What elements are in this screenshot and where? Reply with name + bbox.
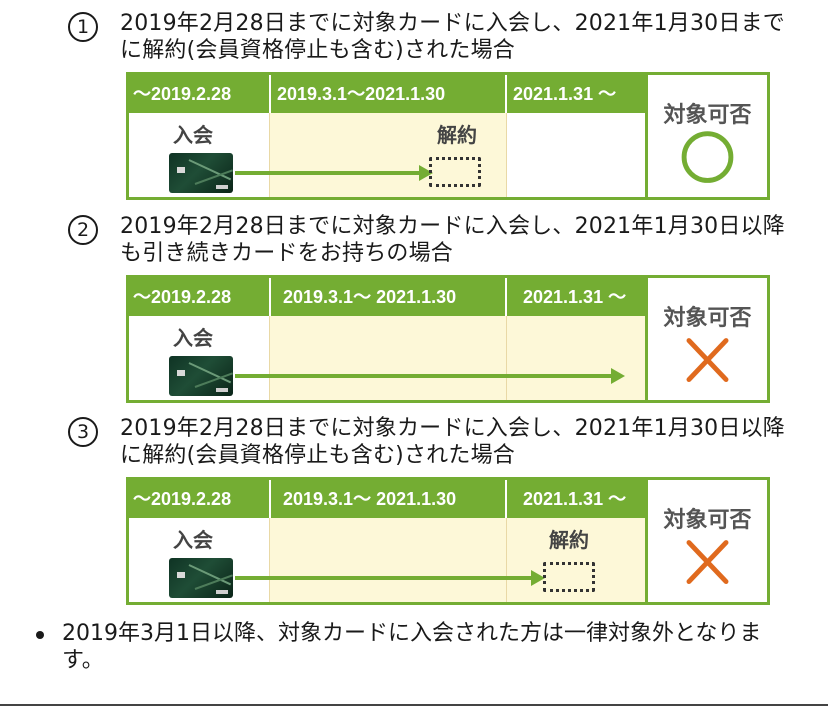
- period-1-label: 〜2019.2.28: [133, 84, 232, 104]
- arrow-icon: [235, 368, 625, 384]
- period-2-label: 2019.3.1〜2021.1.30: [277, 84, 446, 104]
- case-number-badge: 2: [68, 215, 98, 245]
- period-3-area: [507, 113, 645, 197]
- header-divider: [505, 480, 507, 518]
- timeline-diagram: 〜2019.2.28 2019.3.1〜2021.1.30 2021.1.31 …: [126, 72, 770, 200]
- period-3-area: [507, 316, 645, 400]
- join-label: 入会: [173, 123, 213, 147]
- circle-icon: [681, 131, 734, 183]
- join-label: 入会: [173, 528, 213, 552]
- timeline-diagram: 〜2019.2.28 2019.3.1〜 2021.1.30 2021.1.31…: [126, 477, 770, 605]
- period-1-label: 〜2019.2.28: [133, 287, 232, 307]
- case-description: 2019年2月28日までに対象カードに入会し、2021年1月30日以降も引き続き…: [120, 214, 785, 266]
- case-description: 2019年2月28日までに対象カードに入会し、2021年1月30日以降に解約(会…: [120, 416, 785, 468]
- header-divider: [505, 278, 507, 316]
- period-2-area: [270, 316, 506, 400]
- case-number-badge: 1: [68, 12, 98, 42]
- header-divider: [269, 278, 271, 316]
- timeline-body: 入会 解約: [129, 518, 645, 602]
- eligibility-cell: 対象可否: [645, 75, 767, 197]
- eligibility-cell: 対象可否: [645, 278, 767, 400]
- bullet-icon: [36, 631, 44, 639]
- period-3-label: 2021.1.31 〜: [523, 287, 627, 307]
- period-divider: [506, 316, 507, 400]
- case-description: 2019年2月28日までに対象カードに入会し、2021年1月30日までに解約(会…: [120, 11, 785, 63]
- timeline-diagram: 〜2019.2.28 2019.3.1〜 2021.1.30 2021.1.31…: [126, 275, 770, 403]
- period-divider: [269, 113, 270, 197]
- bottom-divider: [0, 704, 828, 706]
- period-2-label: 2019.3.1〜 2021.1.30: [283, 489, 457, 509]
- period-3-label: 2021.1.31 〜: [513, 84, 617, 104]
- arrow-icon: [235, 165, 433, 181]
- credit-card-icon: [169, 153, 233, 193]
- timeline-header: 〜2019.2.28 2019.3.1〜 2021.1.30 2021.1.31…: [129, 480, 645, 518]
- period-divider: [269, 316, 270, 400]
- period-3-label: 2021.1.31 〜: [523, 489, 627, 509]
- join-label: 入会: [173, 326, 213, 350]
- period-2-area: [270, 518, 506, 602]
- credit-card-icon: [169, 558, 233, 598]
- period-1-label: 〜2019.2.28: [133, 489, 232, 509]
- cancelled-card-outline: [543, 562, 595, 592]
- period-2-label: 2019.3.1〜 2021.1.30: [283, 287, 457, 307]
- arrow-icon: [235, 570, 545, 586]
- period-divider: [269, 518, 270, 602]
- footnote-text: 2019年3月1日以降、対象カードに入会された方は一律対象外となります。: [62, 621, 762, 673]
- eligibility-cell: 対象可否: [645, 480, 767, 602]
- case-number-badge: 3: [68, 417, 98, 447]
- period-divider: [506, 518, 507, 602]
- timeline-body: 入会: [129, 316, 645, 400]
- timeline-body: 入会 解約: [129, 113, 645, 197]
- cross-icon: [686, 540, 729, 585]
- header-divider: [505, 75, 507, 113]
- period-divider: [506, 113, 507, 197]
- cross-icon: [686, 338, 729, 383]
- cancel-label: 解約: [549, 528, 589, 552]
- credit-card-icon: [169, 356, 233, 396]
- timeline-header: 〜2019.2.28 2019.3.1〜2021.1.30 2021.1.31 …: [129, 75, 645, 113]
- timeline-header: 〜2019.2.28 2019.3.1〜 2021.1.30 2021.1.31…: [129, 278, 645, 316]
- header-divider: [269, 480, 271, 518]
- header-divider: [269, 75, 271, 113]
- cancel-label: 解約: [437, 123, 477, 147]
- cancelled-card-outline: [429, 157, 481, 187]
